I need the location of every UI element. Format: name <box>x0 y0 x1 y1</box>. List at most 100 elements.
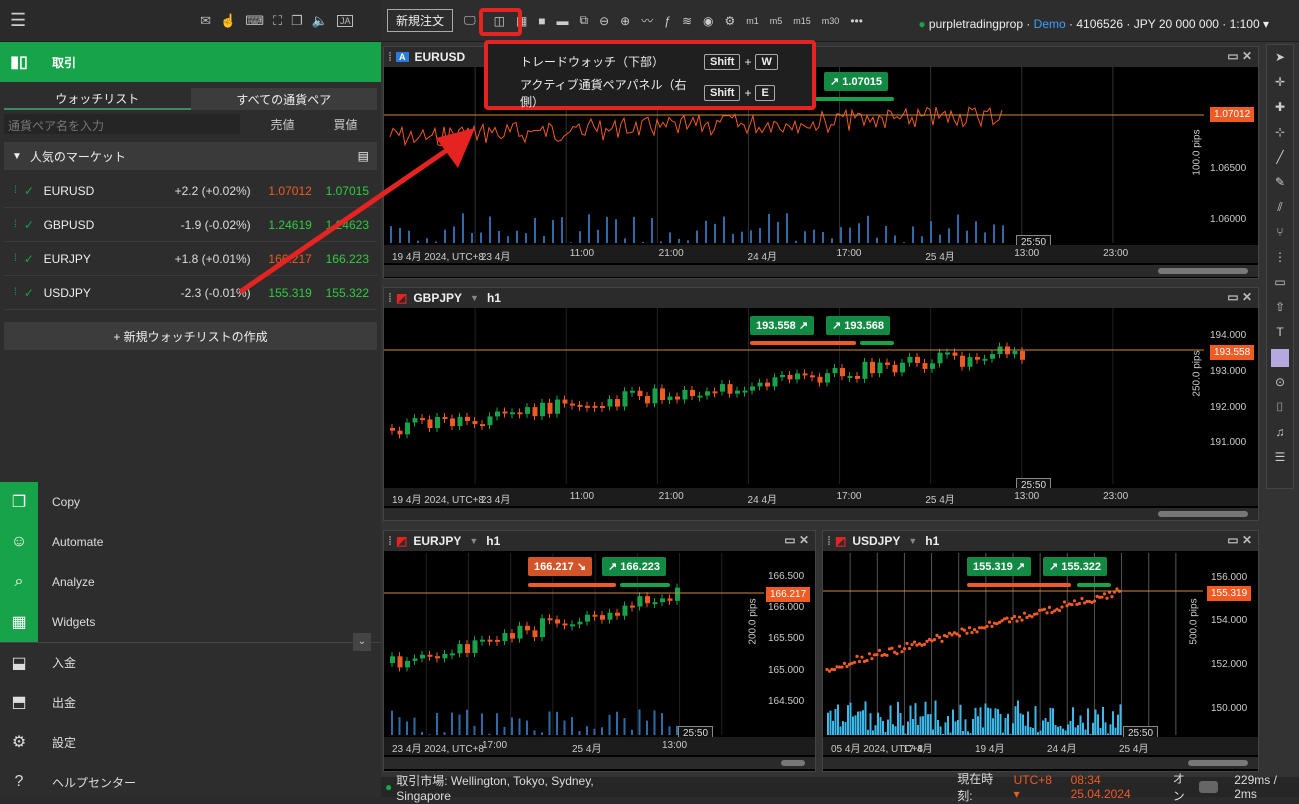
cursor-icon[interactable]: ➤ <box>1267 45 1293 70</box>
window-icon[interactable]: ❐ <box>291 13 303 29</box>
split-layout-icon[interactable]: ▬ <box>557 14 569 28</box>
pen-icon[interactable]: ✎ <box>1267 170 1293 195</box>
drag-handle-icon[interactable]: ⁞ <box>14 185 24 196</box>
ask-quote-button[interactable]: ↗ 155.322 <box>1043 557 1108 576</box>
bid-price[interactable]: 1.24619 <box>251 218 311 232</box>
chart-symbol[interactable]: USDJPY <box>852 534 900 548</box>
arrow-up-tool-icon[interactable]: ⇧ <box>1267 295 1293 320</box>
drag-handle-icon[interactable]: ⁞ <box>827 534 831 548</box>
ask-quote-button[interactable]: ↗ 1.07015 <box>824 72 889 91</box>
tab-watchlist[interactable]: ウォッチリスト <box>4 88 191 110</box>
single-layout-icon[interactable]: ■ <box>538 14 545 28</box>
tf-m15[interactable]: m15 <box>793 16 811 26</box>
toggle-switch[interactable] <box>1199 781 1219 793</box>
chart-mode-icon[interactable]: 🖵 <box>464 13 476 28</box>
chart-scrollbar[interactable] <box>823 757 1258 769</box>
scroll-thumb[interactable] <box>1158 268 1248 274</box>
line-chart-icon[interactable]: 〰 <box>641 12 653 29</box>
check-icon[interactable]: ✓ <box>24 286 44 300</box>
fibo-icon[interactable]: ⋮ <box>1267 245 1293 270</box>
tab-all-pairs[interactable]: すべての通貨ペア <box>190 88 377 110</box>
window-controls[interactable]: ▭ ✕ <box>1227 49 1252 63</box>
camera-icon[interactable]: ⌷ <box>1267 395 1293 420</box>
bid-quote-button[interactable]: 193.558 ↗ <box>750 316 815 335</box>
chevron-down-icon[interactable]: ▼ <box>12 151 22 162</box>
menu-item-出金[interactable]: ⬒ 出金 <box>0 682 381 722</box>
new-watchlist-button[interactable]: + 新規ウォッチリストの作成 <box>4 322 377 350</box>
ask-quote-button[interactable]: ↗ 166.223 <box>602 557 667 576</box>
trade-section[interactable]: ▮▯ 取引 <box>0 42 381 82</box>
check-icon[interactable]: ✓ <box>24 252 44 266</box>
watchlist-row[interactable]: ⁞ ✓ EURJPY +1.8 (+0.01%) 166.217 166.223 <box>4 242 377 276</box>
chart-gbpjpy-plot[interactable] <box>384 308 1260 484</box>
chevron-down-icon[interactable]: ▼ <box>908 536 917 546</box>
menu-item-入金[interactable]: ⬓ 入金 <box>0 642 381 682</box>
menu-item-設定[interactable]: ⚙ 設定 <box>0 722 381 762</box>
menu-item-automate[interactable]: ☺ Automate <box>0 522 381 562</box>
drag-handle-icon[interactable]: ⁞ <box>14 287 24 298</box>
watchlist-row[interactable]: ⁞ ✓ EURUSD +2.2 (+0.02%) 1.07012 1.07015 <box>4 174 377 208</box>
line-tool-icon[interactable]: ╱ <box>1267 145 1293 170</box>
bell-icon[interactable]: ♫ <box>1267 420 1293 445</box>
mail-icon[interactable]: ✉ <box>200 13 211 29</box>
crosshair-plus-icon[interactable]: ✚ <box>1267 95 1293 120</box>
scroll-thumb[interactable] <box>1158 511 1248 517</box>
color-swatch[interactable] <box>1267 345 1293 370</box>
menu-item-widgets[interactable]: ▦ Widgets <box>0 602 381 642</box>
chart-scrollbar[interactable] <box>384 508 1258 520</box>
text-icon[interactable]: T <box>1267 320 1293 345</box>
layers-icon[interactable]: ≋ <box>682 14 692 28</box>
new-order-button[interactable]: 新規注文 <box>387 9 454 32</box>
indicator-icon[interactable]: ƒ <box>664 14 671 28</box>
keyboard-icon[interactable]: ⌨ <box>245 13 264 29</box>
ask-price[interactable]: 166.223 <box>312 252 369 266</box>
menu-item-analyze[interactable]: ⌕ Analyze <box>0 562 381 602</box>
crosshair-icon[interactable]: ✛ <box>1267 70 1293 95</box>
menu-item-active-pair-panel[interactable]: アクティブ通貨ペアパネル（右側） Shift + E <box>488 77 812 109</box>
bid-price[interactable]: 1.07012 <box>251 184 311 198</box>
ruler-icon[interactable]: ⊹ <box>1267 120 1293 145</box>
bid-price[interactable]: 155.319 <box>251 286 311 300</box>
touch-icon[interactable]: ☝ <box>220 13 236 29</box>
menu-item-copy[interactable]: ❐ Copy <box>0 482 381 522</box>
settings-chart-icon[interactable]: ⚙ <box>724 14 735 28</box>
chart-panel-eurjpy[interactable]: ⁞ ◩ EURJPY ▼ h1 ▭ ✕ 166.217 166.500 166.… <box>383 530 816 772</box>
dot-icon[interactable]: ⊙ <box>1267 370 1293 395</box>
search-input[interactable]: 通貨ペア名を入力 <box>4 114 241 134</box>
rectangle-icon[interactable]: ▭ <box>1267 270 1293 295</box>
drag-handle-icon[interactable]: ⁞ <box>14 253 24 264</box>
chart-symbol[interactable]: GBPJPY <box>413 291 462 305</box>
ask-price[interactable]: 155.322 <box>312 286 369 300</box>
tf-m30[interactable]: m30 <box>822 16 840 26</box>
chevron-down-icon[interactable]: ▾ <box>1263 17 1269 31</box>
scroll-thumb[interactable] <box>1188 760 1248 766</box>
list-view-icon[interactable]: ▤ <box>358 149 369 163</box>
account-info[interactable]: ● purpletradingprop · Demo · 4106526 · J… <box>918 17 1269 31</box>
bid-price[interactable]: 166.217 <box>251 252 311 266</box>
timeframe-label[interactable]: h1 <box>487 291 501 305</box>
timeframe-label[interactable]: h1 <box>925 534 939 548</box>
scroll-thumb[interactable] <box>781 760 805 766</box>
fan-icon[interactable]: ⫽ <box>1267 195 1293 220</box>
zoom-in-icon[interactable]: ⊕ <box>620 14 630 28</box>
menu-icon[interactable]: ☰ <box>10 10 26 31</box>
language-button[interactable]: JA <box>336 14 354 27</box>
drag-handle-icon[interactable]: ⁞ <box>388 534 392 548</box>
watchlist-row[interactable]: ⁞ ✓ GBPUSD -1.9 (-0.02%) 1.24619 1.24623 <box>4 208 377 242</box>
watchlist-row[interactable]: ⁞ ✓ USDJPY -2.3 (-0.01%) 155.319 155.322 <box>4 276 377 310</box>
fork-icon[interactable]: ⑂ <box>1267 220 1293 245</box>
window-controls[interactable]: ▭ ✕ <box>1227 290 1252 304</box>
ask-price[interactable]: 1.07015 <box>312 184 369 198</box>
zoom-out-icon[interactable]: ⊖ <box>599 14 609 28</box>
ask-quote-button[interactable]: ↗ 193.568 <box>826 316 891 335</box>
menu-item-trade-watch[interactable]: トレードウォッチ（下部） Shift + W <box>488 46 812 77</box>
more-icon[interactable]: ••• <box>850 14 863 28</box>
check-icon[interactable]: ✓ <box>24 184 44 198</box>
chart-scrollbar[interactable] <box>384 757 815 769</box>
chart-window-icon[interactable]: ⧉ <box>580 13 589 28</box>
tf-m5[interactable]: m5 <box>770 16 783 26</box>
sound-icon[interactable]: 🔈 <box>312 13 328 29</box>
chart-scrollbar[interactable] <box>384 265 1258 277</box>
drag-handle-icon[interactable]: ⁞ <box>14 219 24 230</box>
drag-handle-icon[interactable]: ⁞ <box>388 291 392 305</box>
